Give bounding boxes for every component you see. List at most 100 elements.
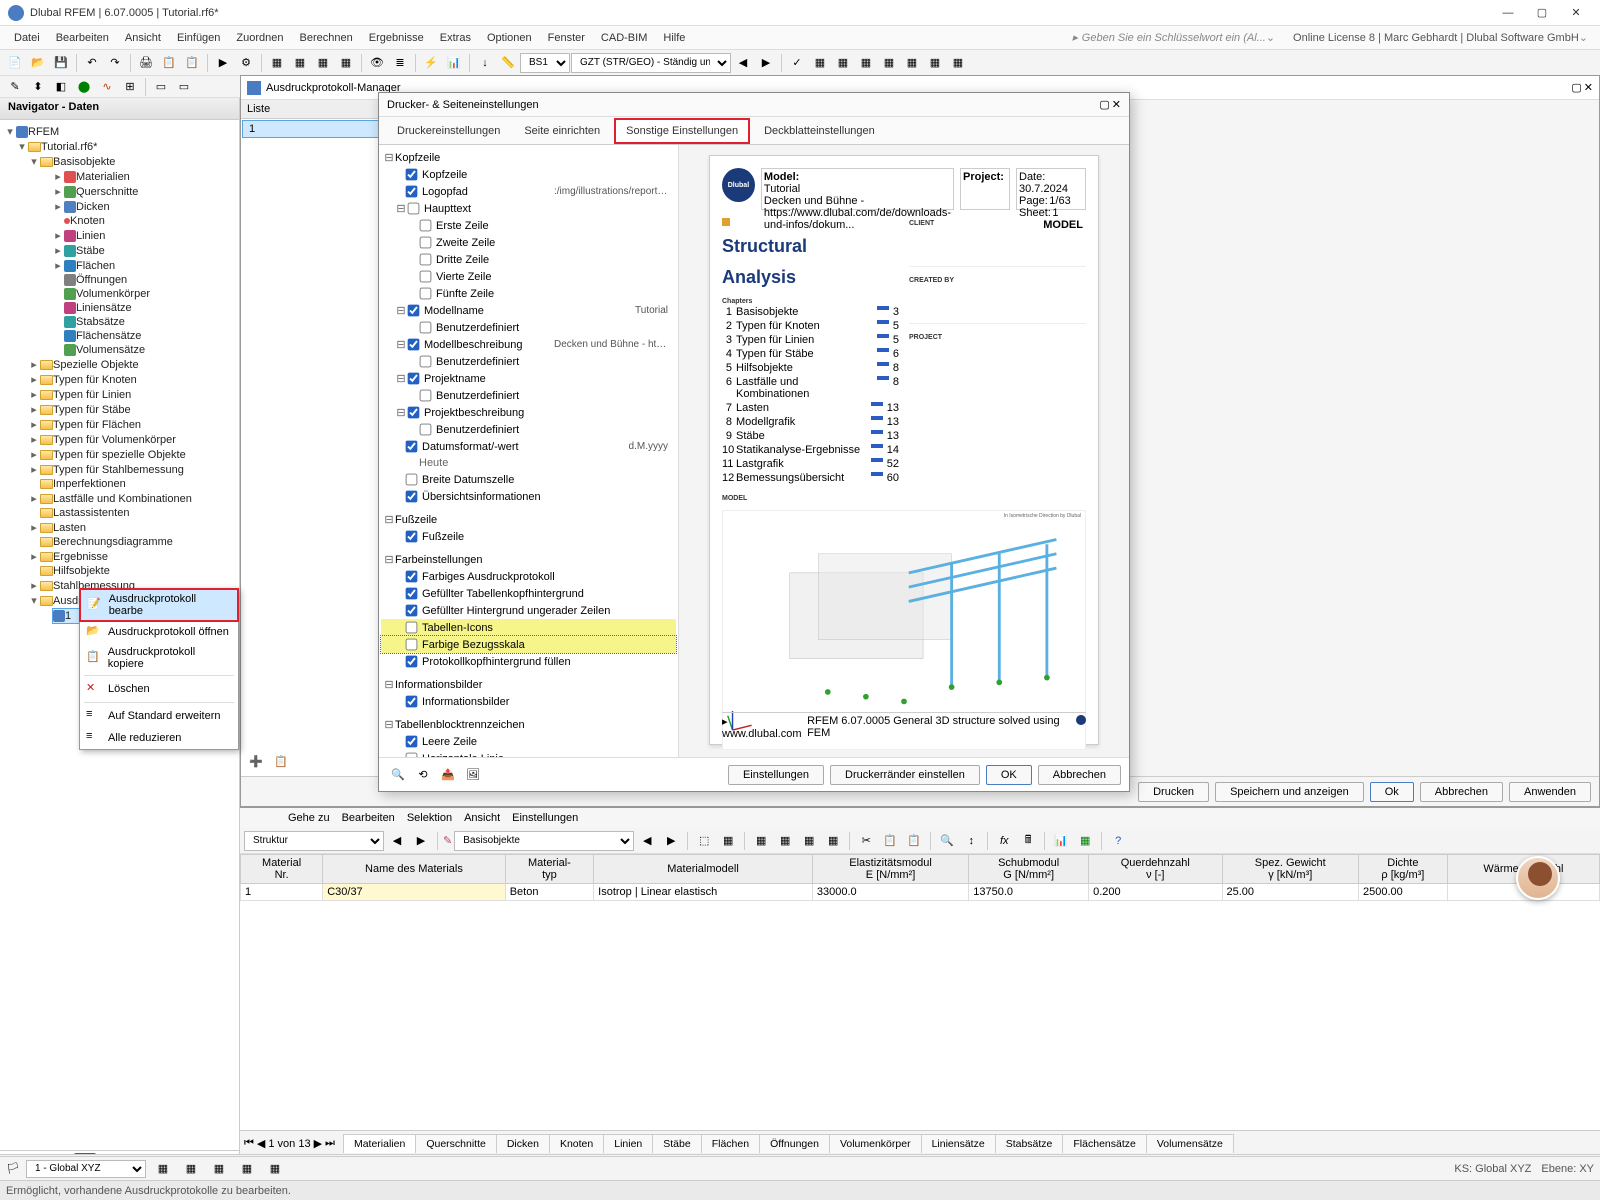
cb-infobilder[interactable] xyxy=(406,696,418,708)
add-icon[interactable]: ➕ xyxy=(245,750,267,772)
tb-sort-icon[interactable]: ↕ xyxy=(960,830,982,852)
cb-gef-hintergrund[interactable] xyxy=(406,605,418,617)
combo-gzt[interactable]: GZT (STR/GEO) - Ständig un... xyxy=(571,53,731,73)
grid2-icon[interactable]: ▦ xyxy=(289,52,311,74)
t6-icon[interactable]: ▦ xyxy=(901,52,923,74)
ctx-delete[interactable]: ✕Löschen xyxy=(80,678,238,700)
table-cell[interactable]: 2500.00 xyxy=(1359,884,1448,901)
minimize-button[interactable]: — xyxy=(1492,3,1524,23)
grid3-icon[interactable]: ▦ xyxy=(312,52,334,74)
table-header[interactable]: Spez. Gewichtγ [kN/m³] xyxy=(1222,855,1359,884)
table-header[interactable]: Dichteρ [kg/m³] xyxy=(1359,855,1448,884)
settings-tree[interactable]: ⊟Kopfzeile Kopfzeile Logopfad:/img/illus… xyxy=(379,145,679,757)
image-icon[interactable]: 🖼 xyxy=(462,764,484,786)
menu-search[interactable]: ▸ Geben Sie ein Schlüsselwort ein (Al... xyxy=(1072,31,1266,44)
table-cell[interactable]: C30/37 xyxy=(323,884,505,901)
tb-search-icon[interactable]: 🔍 xyxy=(936,830,958,852)
pager-next-icon[interactable]: ▶ xyxy=(314,1137,322,1150)
pager-prev-icon[interactable]: ◀ xyxy=(257,1137,265,1150)
tb-t2-icon[interactable]: ▦ xyxy=(774,830,796,852)
apm-apply-button[interactable]: Anwenden xyxy=(1509,782,1591,802)
cb-protokollkopf[interactable] xyxy=(406,656,418,668)
t7-icon[interactable]: ▦ xyxy=(924,52,946,74)
cb-leere-zeile[interactable] xyxy=(406,736,418,748)
cb-vierte[interactable] xyxy=(420,271,432,283)
reset-icon[interactable]: ⟲ xyxy=(412,764,434,786)
table-menu-ansicht[interactable]: Ansicht xyxy=(464,812,500,824)
cb-zweite[interactable] xyxy=(420,237,432,249)
cb-erste[interactable] xyxy=(420,220,432,232)
dlg-close-button[interactable]: ✕ xyxy=(1112,98,1121,111)
table-grid[interactable]: MaterialNr.Name des MaterialsMaterial-ty… xyxy=(240,854,1600,1130)
assistant-avatar[interactable] xyxy=(1516,856,1560,900)
cb-modellname[interactable] xyxy=(408,305,420,317)
print-icon[interactable]: 🖨 xyxy=(135,52,157,74)
new-icon[interactable]: 📄 xyxy=(4,52,26,74)
ok-button[interactable]: OK xyxy=(986,765,1032,785)
redo-icon[interactable]: ↷ xyxy=(104,52,126,74)
table-tab[interactable]: Stabsätze xyxy=(995,1134,1064,1153)
t2-icon[interactable]: ▦ xyxy=(809,52,831,74)
lightning-icon[interactable]: ⚡ xyxy=(420,52,442,74)
layers-icon[interactable]: ≣ xyxy=(389,52,411,74)
ts5-icon[interactable]: ∿ xyxy=(96,76,118,98)
table-cell[interactable]: 33000.0 xyxy=(812,884,968,901)
table-tab[interactable]: Öffnungen xyxy=(759,1134,830,1153)
tb-excel-icon[interactable]: ▦ xyxy=(1074,830,1096,852)
st2-icon[interactable]: ▦ xyxy=(180,1158,202,1180)
table-menu-gehe[interactable]: Gehe zu xyxy=(288,812,330,824)
menu-datei[interactable]: Datei xyxy=(6,30,48,46)
tab-druckereinstellungen[interactable]: Druckereinstellungen xyxy=(387,120,510,144)
grid4-icon[interactable]: ▦ xyxy=(335,52,357,74)
cb-fuenfte[interactable] xyxy=(420,288,432,300)
cb-kopfzeile[interactable] xyxy=(406,169,418,181)
undo-icon[interactable]: ↶ xyxy=(81,52,103,74)
table-cell[interactable]: 13750.0 xyxy=(969,884,1089,901)
t8-icon[interactable]: ▦ xyxy=(947,52,969,74)
menu-ergebnisse[interactable]: Ergebnisse xyxy=(361,30,432,46)
ts3-icon[interactable]: ◧ xyxy=(50,76,72,98)
dlg-maximize-button[interactable]: ▢ xyxy=(1099,98,1109,111)
table-cell[interactable]: Beton xyxy=(505,884,593,901)
ctx-open[interactable]: 📂Ausdruckprotokoll öffnen xyxy=(80,621,238,643)
table-cell[interactable]: Isotrop | Linear elastisch xyxy=(594,884,813,901)
apm-cancel-button[interactable]: Abbrechen xyxy=(1420,782,1503,802)
table-tab[interactable]: Flächensätze xyxy=(1062,1134,1146,1153)
cb-modellbeschr[interactable] xyxy=(408,339,420,351)
margins-button[interactable]: Druckerränder einstellen xyxy=(830,765,980,785)
table-tab[interactable]: Stäbe xyxy=(652,1134,701,1153)
cb-benutzerdef1[interactable] xyxy=(420,322,432,334)
combo-struktur[interactable]: Struktur xyxy=(244,831,384,851)
tb-chart-icon[interactable]: 📊 xyxy=(1050,830,1072,852)
maximize-button[interactable]: ▢ xyxy=(1526,3,1558,23)
menu-hilfe[interactable]: Hilfe xyxy=(655,30,693,46)
table-header[interactable]: SchubmodulG [N/mm²] xyxy=(969,855,1089,884)
next-icon[interactable]: ▶ xyxy=(755,52,777,74)
cb-gef-tabellen[interactable] xyxy=(406,588,418,600)
table-cell[interactable]: 0.200 xyxy=(1089,884,1222,901)
table-tab[interactable]: Dicken xyxy=(496,1134,550,1153)
table-header[interactable]: Material-typ xyxy=(505,855,593,884)
tb-fx-icon[interactable]: fx xyxy=(993,830,1015,852)
cb-tabellen-icons[interactable] xyxy=(406,622,418,634)
cb-projektbeschr[interactable] xyxy=(408,407,420,419)
tool-icon[interactable]: ⚙ xyxy=(235,52,257,74)
tb-next-icon[interactable]: ▶ xyxy=(410,830,432,852)
table-tab[interactable]: Flächen xyxy=(701,1134,760,1153)
tb-copy-icon[interactable]: 📋 xyxy=(879,830,901,852)
settings-button[interactable]: Einstellungen xyxy=(728,765,824,785)
cb-breite-datum[interactable] xyxy=(406,474,418,486)
cb-farbige-bezug[interactable] xyxy=(406,639,418,651)
table-header[interactable]: MaterialNr. xyxy=(241,855,323,884)
prev-icon[interactable]: ◀ xyxy=(732,52,754,74)
tb-select-icon[interactable]: ⬚ xyxy=(693,830,715,852)
tab-deckblatt[interactable]: Deckblatteinstellungen xyxy=(754,120,885,144)
calc-icon[interactable]: ▶ xyxy=(212,52,234,74)
table-tab[interactable]: Volumenkörper xyxy=(829,1134,922,1153)
grid-icon[interactable]: ▦ xyxy=(266,52,288,74)
cb-benutzerdef3[interactable] xyxy=(420,390,432,402)
cb-uebersicht[interactable] xyxy=(406,491,418,503)
ts7-icon[interactable]: ▭ xyxy=(150,76,172,98)
ruler-icon[interactable]: 📏 xyxy=(497,52,519,74)
table-header[interactable]: ElastizitätsmodulE [N/mm²] xyxy=(812,855,968,884)
